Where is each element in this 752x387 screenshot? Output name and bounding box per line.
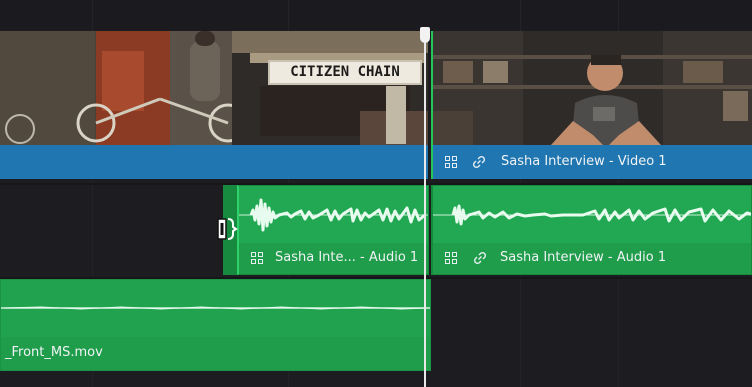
- audio-clip-sasha-inte[interactable]: Sasha Inte... - Audio 1: [237, 185, 429, 275]
- audio-waveform: [1, 306, 430, 310]
- clip-label-bar: Sasha Interview - Video 1: [433, 145, 752, 179]
- clip-label-bar: Sasha Interview - Audio 1: [433, 243, 751, 274]
- audio-waveform: [433, 204, 751, 226]
- trim-cursor-icon: [217, 218, 238, 240]
- clip-stack-icon: [445, 252, 458, 265]
- thumbnail-strip: [433, 31, 752, 145]
- clip-thumbnails: [433, 31, 752, 145]
- clip-name: Sasha Inte... - Audio 1: [275, 250, 419, 265]
- audio-clip-sasha-interview[interactable]: Sasha Interview - Audio 1: [431, 185, 752, 275]
- clip-stack-icon: [251, 252, 264, 265]
- playhead-line[interactable]: [424, 40, 426, 387]
- playhead-handle[interactable]: [420, 27, 430, 43]
- clip-label-bar: [0, 145, 428, 179]
- audio-clip-front-ms[interactable]: _Front_MS.mov: [0, 279, 431, 371]
- clip-thumbnails: CITIZEN CHAIN: [0, 31, 428, 145]
- clip-label-bar: _Front_MS.mov: [1, 337, 430, 370]
- marquee-sign-text: CITIZEN CHAIN: [268, 60, 422, 85]
- clip-name: _Front_MS.mov: [5, 345, 103, 360]
- timeline-ruler[interactable]: [0, 0, 752, 30]
- link-icon: [473, 251, 487, 265]
- waveform-area: [433, 186, 751, 244]
- audio-waveform: [239, 198, 428, 232]
- waveform-area: [1, 280, 430, 338]
- video-clip-left[interactable]: CITIZEN CHAIN: [0, 31, 428, 179]
- waveform-area: [239, 186, 428, 244]
- link-icon: [472, 155, 486, 169]
- clip-name: Sasha Interview - Audio 1: [500, 250, 667, 265]
- clip-stack-icon: [445, 156, 458, 169]
- video-clip-sasha-interview[interactable]: Sasha Interview - Video 1: [431, 31, 752, 179]
- thumbnail-strip: [0, 31, 428, 145]
- clip-label-bar: Sasha Inte... - Audio 1: [239, 243, 428, 274]
- clip-name: Sasha Interview - Video 1: [501, 154, 667, 169]
